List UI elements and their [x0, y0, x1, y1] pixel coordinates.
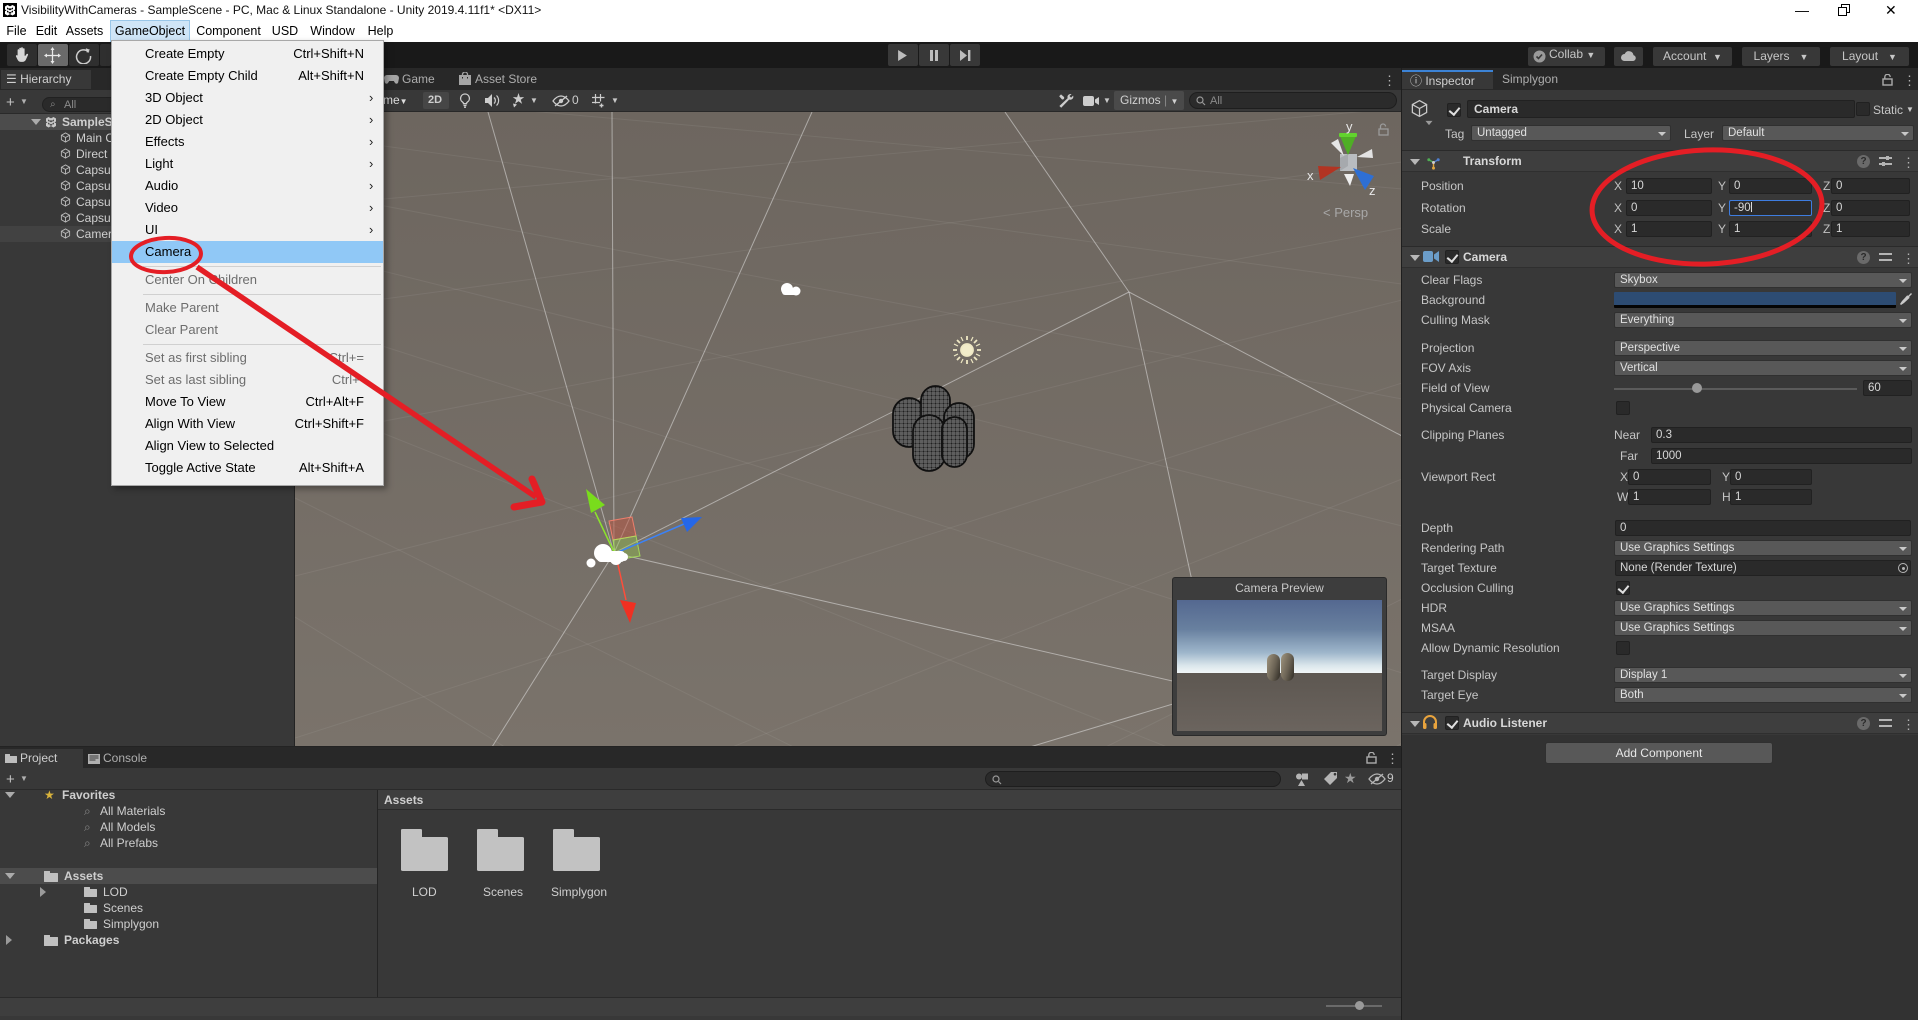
- svg-text:< Persp: < Persp: [1323, 205, 1368, 220]
- svg-text:z: z: [1369, 183, 1376, 198]
- svg-text:y: y: [1346, 119, 1353, 134]
- svg-text:x: x: [1307, 168, 1314, 183]
